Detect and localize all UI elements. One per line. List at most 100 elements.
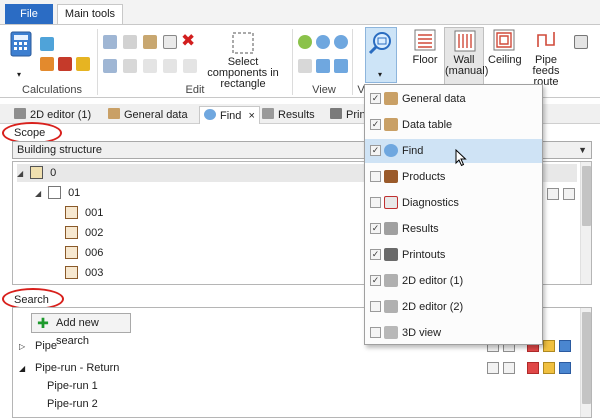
wall-label: Wall (manual) xyxy=(445,54,489,77)
calc-table-icon[interactable] xyxy=(76,57,90,71)
options-icon[interactable] xyxy=(503,362,515,374)
tree-node-room[interactable]: 003 xyxy=(65,264,103,282)
select-rectangle-button[interactable]: Select components in rectangle xyxy=(200,29,286,90)
zoom-fit-icon[interactable] xyxy=(316,59,330,73)
zoom-window-icon[interactable] xyxy=(298,59,312,73)
menu-item-diagnostics[interactable]: Diagnostics xyxy=(365,191,542,215)
zoom-out-icon[interactable] xyxy=(316,35,330,49)
scrollbar-thumb[interactable] xyxy=(582,166,591,226)
menu-item-2d-editor-1[interactable]: ✓ 2D editor (1) xyxy=(365,269,542,293)
room-icon xyxy=(65,206,78,219)
zoom-all-icon[interactable] xyxy=(334,59,348,73)
undo-icon[interactable] xyxy=(103,35,117,49)
room-icon xyxy=(65,226,78,239)
group-separator xyxy=(97,29,98,95)
properties-icon[interactable] xyxy=(547,188,559,200)
search-subrow[interactable]: Pipe-run 1 xyxy=(47,377,98,395)
menu-item-data-table[interactable]: ✓ Data table xyxy=(365,113,542,137)
run-icon[interactable] xyxy=(559,340,571,352)
tree-node-room[interactable]: 006 xyxy=(65,244,103,262)
tab-main-tools[interactable]: Main tools xyxy=(57,4,123,25)
tab-results[interactable]: Results xyxy=(262,106,315,124)
tab-file[interactable]: File xyxy=(5,4,53,24)
paste-icon[interactable] xyxy=(143,35,157,49)
search-scrollbar[interactable] xyxy=(580,308,591,417)
menu-checkbox[interactable]: ✓ xyxy=(370,275,381,286)
pipe-feeds-button[interactable]: Pipe feeds route xyxy=(522,29,570,88)
menu-checkbox[interactable] xyxy=(370,327,381,338)
tab-find[interactable]: Find × xyxy=(199,106,260,124)
expand-icon[interactable]: ◢ xyxy=(35,185,45,203)
menu-item-products[interactable]: Products xyxy=(365,165,542,189)
options-icon[interactable] xyxy=(563,188,575,200)
calc-floor-icon[interactable] xyxy=(40,57,54,71)
tree-node-floor[interactable]: ◢ 01 xyxy=(35,184,80,202)
menu-item-label: Diagnostics xyxy=(402,197,459,209)
panels-button[interactable]: ▾ xyxy=(365,27,397,83)
calculator-dropdown-arrow[interactable]: ▾ xyxy=(17,69,21,80)
search-row[interactable]: ◢ Pipe-run - Return xyxy=(19,359,119,377)
copy-icon[interactable] xyxy=(123,35,137,49)
calculator-button[interactable] xyxy=(10,31,32,57)
menu-checkbox[interactable] xyxy=(370,301,381,312)
menu-checkbox[interactable]: ✓ xyxy=(370,223,381,234)
floor-level-icon xyxy=(48,186,62,199)
search-row-label: Pipe-run - Return xyxy=(35,362,120,374)
tree-node-room[interactable]: 001 xyxy=(65,204,103,222)
join-icon[interactable] xyxy=(183,59,197,73)
menu-item-label: Products xyxy=(402,171,446,183)
align-icon[interactable] xyxy=(123,59,137,73)
wall-button[interactable]: Wall (manual) xyxy=(444,27,489,85)
ceiling-button[interactable]: Ceiling xyxy=(488,29,522,83)
zoom-in-icon[interactable] xyxy=(298,35,312,49)
edit-icon[interactable] xyxy=(543,340,555,352)
tree-scrollbar[interactable] xyxy=(580,162,591,284)
building-icon xyxy=(30,166,44,179)
tree-node-room[interactable]: 002 xyxy=(65,224,103,242)
delete-icon[interactable]: ✖ xyxy=(181,31,195,51)
close-icon[interactable]: × xyxy=(248,110,254,122)
plus-icon: ✚ xyxy=(37,315,49,331)
settings-icon[interactable] xyxy=(40,37,54,51)
expand-icon[interactable]: ◢ xyxy=(17,165,27,183)
cut-icon[interactable] xyxy=(163,35,177,49)
collapse-icon[interactable]: ◢ xyxy=(19,360,35,378)
menu-item-3d-view[interactable]: 3D view xyxy=(365,321,542,345)
search-subrow[interactable]: Pipe-run 2 xyxy=(47,395,98,413)
floor-button[interactable]: Floor xyxy=(410,29,440,83)
tab-printouts[interactable]: Prin xyxy=(330,106,366,124)
run-icon[interactable] xyxy=(559,362,571,374)
menu-checkbox[interactable]: ✓ xyxy=(370,93,381,104)
scrollbar-thumb[interactable] xyxy=(582,312,591,404)
menu-item-label: Printouts xyxy=(402,249,446,261)
search-row[interactable]: ▷ Pipe xyxy=(19,337,57,355)
menu-item-2d-editor-2[interactable]: 2D editor (2) xyxy=(365,295,542,319)
menu-item-label: 2D editor (2) xyxy=(402,301,464,313)
zoom-text-icon[interactable] xyxy=(334,35,348,49)
properties-icon[interactable] xyxy=(487,362,499,374)
menu-item-general-data[interactable]: ✓ General data xyxy=(365,87,542,111)
menu-checkbox[interactable] xyxy=(370,197,381,208)
calc-pipe-icon[interactable] xyxy=(58,57,72,71)
expand-icon[interactable]: ▷ xyxy=(19,338,35,356)
chevron-down-icon[interactable]: ▼ xyxy=(578,142,587,158)
menu-checkbox[interactable]: ✓ xyxy=(370,249,381,260)
group-label-calculations: Calculations xyxy=(22,84,82,96)
layout-icon[interactable] xyxy=(574,35,588,49)
split-icon[interactable] xyxy=(163,59,177,73)
redo-icon[interactable] xyxy=(103,59,117,73)
menu-item-results[interactable]: ✓ Results xyxy=(365,217,542,241)
menu-checkbox[interactable] xyxy=(370,171,381,182)
pin-icon[interactable] xyxy=(143,59,157,73)
tab-general-data[interactable]: General data xyxy=(108,106,188,124)
menu-checkbox[interactable]: ✓ xyxy=(370,145,381,156)
add-new-search-button[interactable]: ✚ Add new search xyxy=(31,313,131,347)
menu-item-printouts[interactable]: ✓ Printouts xyxy=(365,243,542,267)
menu-checkbox[interactable]: ✓ xyxy=(370,119,381,130)
menu-item-find[interactable]: ✓ Find xyxy=(365,139,542,163)
group-label-edit: Edit xyxy=(185,84,205,96)
tab-label: General data xyxy=(124,109,188,121)
edit-icon[interactable] xyxy=(543,362,555,374)
menu-item-label: Data table xyxy=(402,119,453,131)
remove-icon[interactable] xyxy=(527,362,539,374)
